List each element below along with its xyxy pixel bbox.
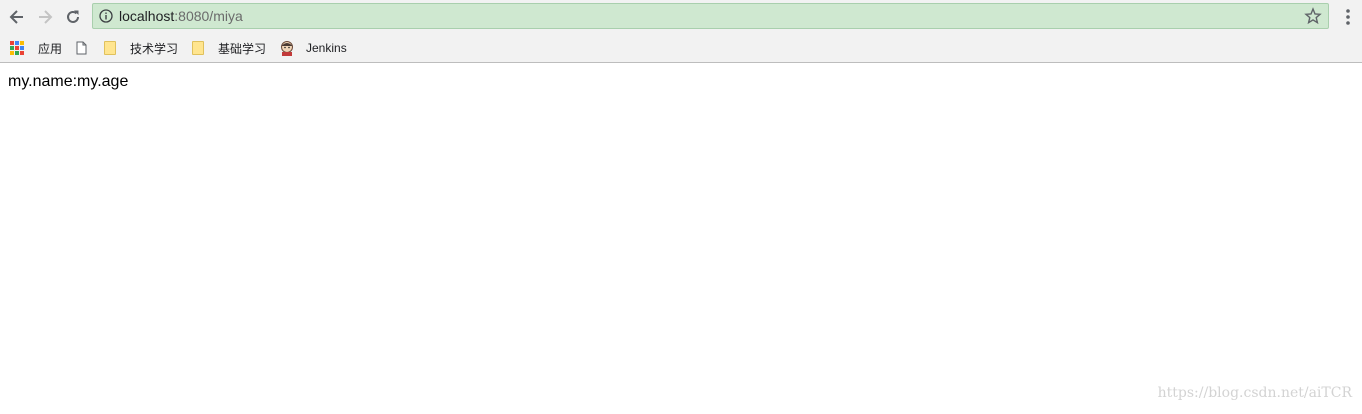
- bookmark-label: Jenkins: [306, 41, 347, 55]
- reload-icon: [67, 10, 79, 23]
- bookmark-apps-label: 应用: [38, 41, 63, 56]
- bookmark-apps[interactable]: 应用: [10, 39, 62, 57]
- forward-button[interactable]: [33, 5, 57, 29]
- info-icon[interactable]: [99, 9, 113, 23]
- apps-grid-icon: [10, 41, 24, 55]
- browser-toolbar: localhost:8080/miya: [0, 0, 1362, 34]
- forward-arrow-icon: [39, 10, 53, 24]
- bookmark-page[interactable]: [76, 39, 87, 57]
- bookmarks-bar: 应用 技术学习 基础学习 Jenkins: [0, 34, 1362, 63]
- folder-icon: [104, 41, 116, 55]
- more-menu-icon[interactable]: [1337, 6, 1359, 28]
- folder-icon: [192, 41, 204, 55]
- bookmark-folder-tech[interactable]: 技术学习: [104, 39, 178, 57]
- url-host: localhost: [119, 8, 175, 24]
- jenkins-avatar-icon: [281, 41, 293, 56]
- back-button[interactable]: [5, 5, 29, 29]
- bookmark-label: 基础学习: [218, 41, 267, 56]
- bookmark-folder-basics[interactable]: 基础学习: [192, 39, 266, 57]
- page-icon: [76, 41, 87, 55]
- page-body-text: my.name:my.age: [8, 73, 129, 90]
- back-arrow-icon: [9, 10, 23, 24]
- bookmark-jenkins[interactable]: Jenkins: [279, 39, 347, 57]
- url-path: :8080/miya: [174, 8, 243, 24]
- bookmark-label: 技术学习: [130, 41, 179, 56]
- url-text[interactable]: localhost:8080/miya: [119, 8, 243, 25]
- watermark: https://blog.csdn.net/aiTCR: [1157, 385, 1352, 401]
- bookmark-star-icon[interactable]: [1304, 7, 1322, 25]
- address-bar[interactable]: localhost:8080/miya: [92, 3, 1329, 29]
- reload-button[interactable]: [61, 5, 85, 29]
